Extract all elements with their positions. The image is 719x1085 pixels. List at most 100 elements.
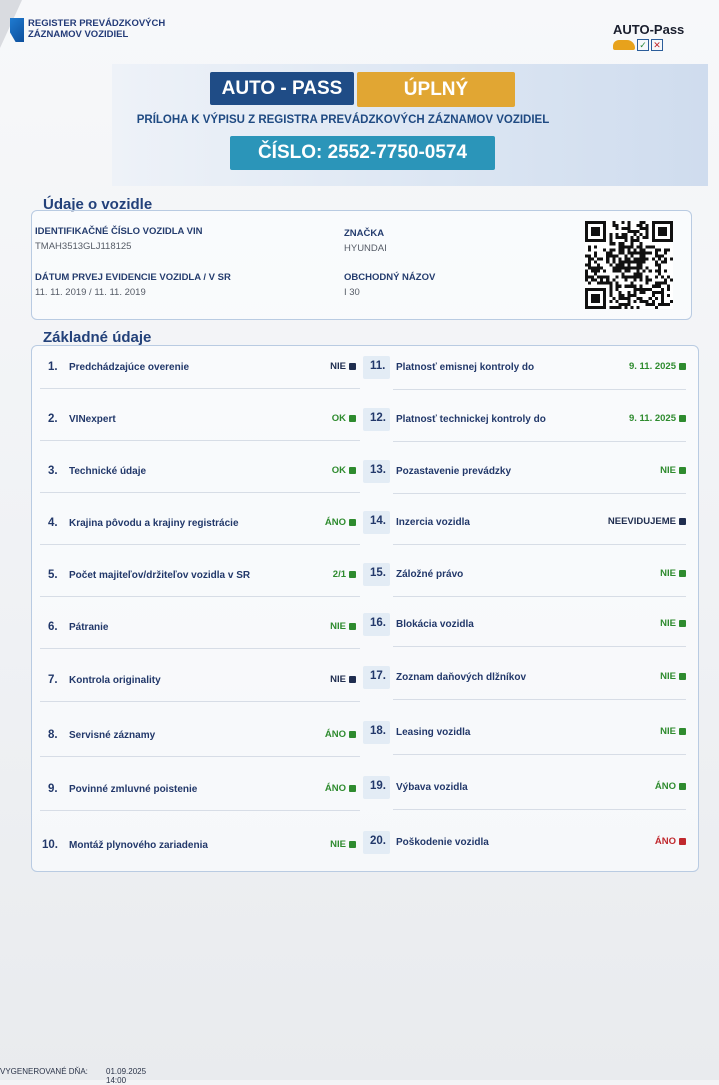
autopass-logo: AUTO-Pass ✓ ✕ — [613, 22, 684, 51]
row-separator — [393, 389, 686, 390]
row-number: 10. — [42, 839, 58, 851]
row-label: Kontrola originality — [69, 675, 161, 686]
row-separator — [393, 544, 686, 545]
row-status-text: ÁNO — [654, 836, 676, 847]
row-status: NIE — [330, 361, 356, 372]
row-status: OK — [332, 413, 356, 424]
row-status: NIE — [330, 839, 356, 850]
row-separator — [393, 699, 686, 700]
make-value: HYUNDAI — [344, 243, 387, 254]
vin-label: IDENTIFIKAČNÉ ČÍSLO VOZIDLA VIN — [35, 226, 203, 237]
registry-logo-line2: ZÁZNAMOV VOZIDIEL — [28, 29, 129, 40]
status-indicator-icon — [349, 623, 356, 630]
row-status: 9. 11. 2025 — [629, 361, 686, 372]
row-status: NIE — [330, 621, 356, 632]
row-status-text: NIE — [660, 465, 676, 476]
row-label: VINexpert — [69, 414, 116, 425]
row-label: Technické údaje — [69, 466, 147, 477]
status-indicator-icon — [679, 728, 686, 735]
row-label: Zoznam daňových dlžníkov — [396, 672, 527, 683]
row-label: Platnosť technickej kontroly do — [396, 414, 546, 425]
row-status-text: OK — [331, 413, 346, 424]
row-status-text: ÁNO — [324, 783, 346, 794]
generated-value: 01.09.2025 14:00 — [106, 1067, 147, 1085]
row-separator — [40, 648, 360, 649]
row-number: 11. — [370, 360, 386, 372]
row-status: ÁNO — [325, 517, 356, 528]
status-indicator-icon — [679, 415, 686, 422]
status-indicator-icon — [679, 620, 686, 627]
row-label: Platnosť emisnej kontroly do — [396, 362, 535, 373]
row-status: ÁNO — [655, 781, 686, 792]
row-label: Servisné záznamy — [69, 730, 156, 741]
row-status-text: NIE — [330, 361, 346, 372]
status-indicator-icon — [349, 571, 356, 578]
row-number: 1. — [48, 361, 58, 373]
row-number: 13. — [370, 464, 386, 476]
make-label: ZNAČKA — [344, 228, 385, 239]
row-status: NIE — [660, 671, 686, 682]
model-label: OBCHODNÝ NÁZOV — [344, 272, 436, 283]
row-label: Povinné zmluvné poistenie — [69, 784, 198, 795]
status-indicator-icon — [679, 783, 686, 790]
status-indicator-icon — [349, 519, 356, 526]
row-separator — [40, 492, 360, 493]
registry-logo-mark — [10, 18, 24, 42]
row-number: 8. — [48, 729, 58, 741]
row-status-text: ÁNO — [654, 781, 676, 792]
status-indicator-icon — [349, 785, 356, 792]
status-indicator-icon — [679, 467, 686, 474]
vin-value: TMAH3513GLJ118125 — [35, 241, 132, 252]
status-indicator-icon — [349, 676, 356, 683]
status-indicator-icon — [349, 467, 356, 474]
row-separator — [393, 493, 686, 494]
first-registration-label: DÁTUM PRVEJ EVIDENCIE VOZIDLA / V SR — [35, 272, 231, 283]
generated-label: VYGENEROVANÉ DŇA: — [0, 1067, 88, 1076]
footer: VYGENEROVANÉ DŇA: 01.09.2025 14:00 — [0, 1067, 146, 1085]
report-number: ČÍSLO: 2552-7750-0574 — [230, 136, 495, 170]
row-status-text: NIE — [330, 674, 346, 685]
row-status-text: 9. 11. 2025 — [628, 361, 676, 372]
row-separator — [40, 544, 360, 545]
row-status-text: ÁNO — [324, 517, 346, 528]
row-status-text: NIE — [660, 568, 676, 579]
row-status: NIE — [330, 674, 356, 685]
row-label: Blokácia vozidla — [396, 619, 474, 630]
row-status-text: 2/1 — [332, 569, 346, 580]
status-indicator-icon — [349, 415, 356, 422]
row-separator — [40, 440, 360, 441]
row-label: Poškodenie vozidla — [396, 837, 489, 848]
status-indicator-icon — [349, 731, 356, 738]
autopass-logo-icons: ✓ ✕ — [613, 39, 684, 51]
annex-title: PRÍLOHA K VÝPISU Z REGISTRA PREVÁDZKOVÝC… — [136, 114, 550, 126]
row-separator — [40, 756, 360, 757]
row-status: 9. 11. 2025 — [629, 413, 686, 424]
status-indicator-icon — [679, 673, 686, 680]
row-label: Pozastavenie prevádzky — [396, 466, 512, 477]
row-status: ÁNO — [325, 729, 356, 740]
row-number: 16. — [370, 617, 386, 629]
status-indicator-icon — [679, 570, 686, 577]
row-label: Inzercia vozidla — [396, 517, 470, 528]
row-number: 7. — [48, 674, 58, 686]
row-separator — [40, 596, 360, 597]
row-number: 12. — [370, 412, 386, 424]
row-status-text: NEEVIDUJEME — [607, 516, 676, 527]
registry-logo-text: REGISTER PREVÁDZKOVÝCH ZÁZNAMOV VOZIDIEL — [28, 18, 165, 40]
row-status: 2/1 — [333, 569, 356, 580]
status-indicator-icon — [679, 838, 686, 845]
row-separator — [393, 754, 686, 755]
row-number: 3. — [48, 465, 58, 477]
row-separator — [393, 441, 686, 442]
row-number: 4. — [48, 517, 58, 529]
registry-logo: REGISTER PREVÁDZKOVÝCH ZÁZNAMOV VOZIDIEL — [10, 18, 165, 42]
row-label: Montáž plynového zariadenia — [69, 840, 208, 851]
row-status-text: 9. 11. 2025 — [628, 413, 676, 424]
car-icon — [613, 40, 635, 50]
row-number: 9. — [48, 783, 58, 795]
row-status: NIE — [660, 465, 686, 476]
row-separator — [40, 701, 360, 702]
row-separator — [393, 596, 686, 597]
row-status-text: OK — [331, 465, 346, 476]
variant-badge: ÚPLNÝ — [357, 72, 515, 107]
